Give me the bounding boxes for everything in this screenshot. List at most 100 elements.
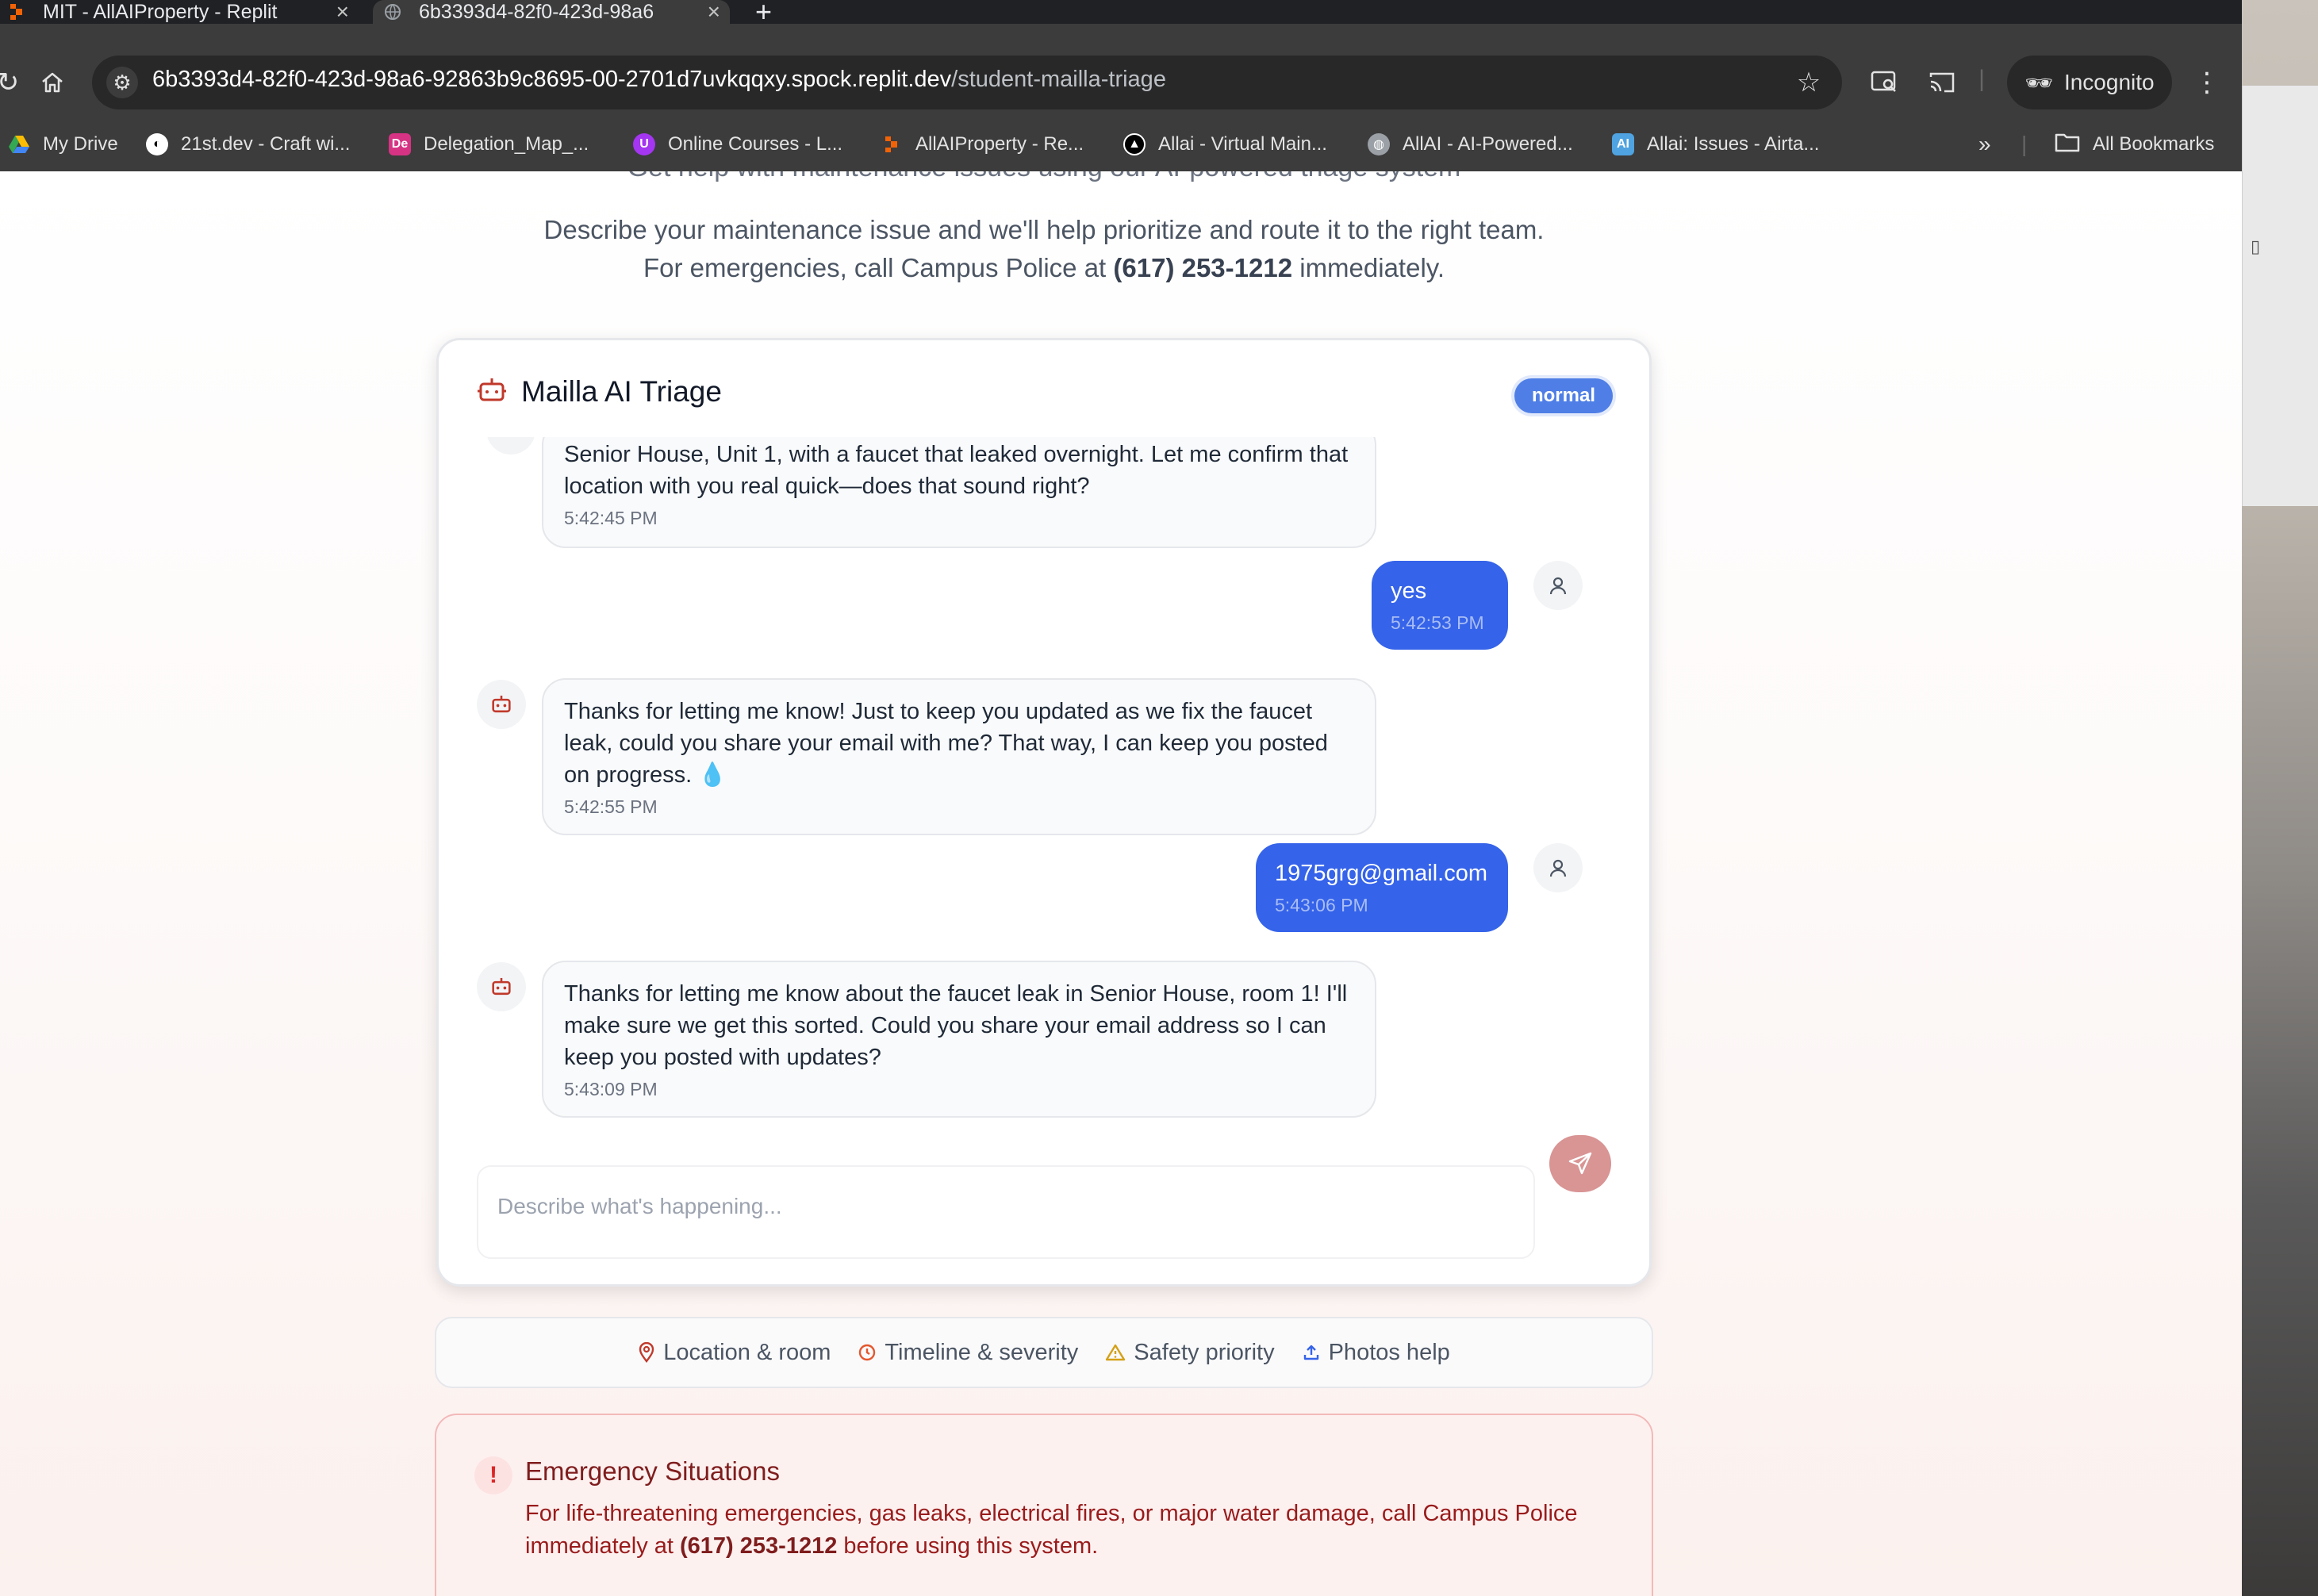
- message-time: 5:43:06 PM: [1275, 895, 1368, 915]
- bookmark-allai-issues[interactable]: AI Allai: Issues - Airta...: [1612, 127, 1819, 162]
- warning-triangle-icon: [1106, 1344, 1126, 1361]
- close-tab-icon[interactable]: ×: [336, 0, 349, 25]
- message-time: 5:42:45 PM: [564, 508, 658, 528]
- bookmarks-bar: My Drive ◐ 21st.dev - Craft wi... De Del…: [0, 119, 2242, 171]
- reload-icon[interactable]: ↻: [0, 59, 19, 106]
- user-avatar: [1533, 561, 1583, 610]
- message-time: 5:42:53 PM: [1391, 612, 1484, 633]
- message-time: 5:42:55 PM: [564, 796, 658, 817]
- message-text: 1975grg@gmail.com: [1275, 861, 1488, 886]
- tab-title: MIT - AllAIProperty - Replit: [43, 0, 278, 23]
- clock-icon: [859, 1344, 876, 1361]
- bookmark-allaiproperty[interactable]: AllAIProperty - Re...: [881, 127, 1084, 162]
- chat-title: Mailla AI Triage: [521, 375, 722, 408]
- user-message: yes 5:42:53 PM: [1372, 561, 1508, 650]
- browser-chrome: MIT - AllAIProperty - Replit × 6b3393d4-…: [0, 0, 2242, 171]
- home-icon[interactable]: [35, 59, 70, 106]
- replit-icon: [10, 4, 22, 20]
- all-bookmarks-folder[interactable]: All Bookmarks: [2055, 127, 2214, 162]
- bot-icon: [492, 977, 511, 996]
- incognito-indicator[interactable]: 🕶 Incognito: [2007, 56, 2172, 109]
- upload-icon: [1303, 1345, 1318, 1360]
- tab-replit[interactable]: MIT - AllAIProperty - Replit ×: [8, 0, 349, 24]
- bookmark-my-drive[interactable]: My Drive: [8, 127, 118, 162]
- 21st-icon: ◐: [146, 133, 168, 155]
- url-text[interactable]: 6b3393d4-82f0-423d-98a6-92863b9c8695-00-…: [152, 67, 1166, 93]
- close-tab-icon[interactable]: ×: [708, 0, 720, 25]
- message-list[interactable]: Senior House, Unit 1, with a faucet that…: [439, 437, 1649, 1151]
- message-text: Senior House, Unit 1, with a faucet that…: [564, 442, 1349, 499]
- emergency-phone: (617) 253-1212: [680, 1533, 838, 1559]
- bookmark-delegation-map[interactable]: De Delegation_Map_...: [389, 127, 589, 162]
- site-info-icon[interactable]: ⚙: [106, 67, 138, 98]
- toolbar-divider: |: [1978, 66, 1985, 92]
- bookmark-online-courses[interactable]: U Online Courses - L...: [633, 127, 842, 162]
- de-icon: De: [389, 133, 411, 155]
- bookmarks-divider: |: [2021, 132, 2028, 156]
- drive-icon: [8, 133, 30, 155]
- tab-title: 6b3393d4-82f0-423d-98a6: [419, 0, 654, 23]
- page-subtitle: Get help with maintenance issues using o…: [0, 171, 2088, 183]
- chat-card: Mailla AI Triage normal Senior House, Un…: [436, 338, 1652, 1287]
- alert-icon: !: [474, 1456, 512, 1494]
- assistant-message: Thanks for letting me know about the fau…: [542, 961, 1376, 1118]
- message-text: Thanks for letting me know! Just to keep…: [564, 699, 1328, 788]
- message-input-container: [477, 1165, 1535, 1259]
- bot-avatar: [477, 680, 526, 729]
- bot-avatar: [486, 437, 535, 455]
- tip-photos: Photos help: [1302, 1340, 1450, 1366]
- bookmark-allai-virtual[interactable]: ▲ Allai - Virtual Main...: [1123, 127, 1327, 162]
- triangle-icon: ▲: [1123, 133, 1146, 155]
- bookmarks-overflow-icon[interactable]: »: [1978, 127, 1991, 162]
- background-window-glyph: ▯: [2251, 236, 2261, 256]
- assistant-message: Thanks for letting me know! Just to keep…: [542, 678, 1376, 835]
- tab-strip: MIT - AllAIProperty - Replit × 6b3393d4-…: [0, 0, 2242, 28]
- map-pin-icon: [639, 1342, 654, 1363]
- assistant-message: Senior House, Unit 1, with a faucet that…: [542, 437, 1376, 548]
- intro-line-2: For emergencies, call Campus Police at (…: [643, 253, 1445, 282]
- user-icon: [1549, 859, 1567, 877]
- address-bar[interactable]: ⚙ 6b3393d4-82f0-423d-98a6-92863b9c8695-0…: [92, 56, 1842, 109]
- message-input[interactable]: [478, 1183, 1533, 1230]
- bot-icon: [478, 378, 506, 401]
- new-tab-button[interactable]: +: [755, 0, 779, 28]
- intro-text: Describe your maintenance issue and we'l…: [0, 211, 2088, 287]
- replit-icon: [881, 133, 903, 155]
- bot-avatar: [477, 962, 526, 1011]
- tip-safety: Safety priority: [1105, 1340, 1275, 1366]
- priority-badge: normal: [1514, 378, 1613, 413]
- chat-header: Mailla AI Triage normal: [439, 340, 1649, 437]
- page-viewport: Get help with maintenance issues using o…: [0, 171, 2242, 1596]
- lens-search-icon[interactable]: [1866, 59, 1904, 106]
- send-button[interactable]: [1549, 1135, 1611, 1192]
- tab-active[interactable]: 6b3393d4-82f0-423d-98a6 ×: [373, 0, 730, 24]
- browser-menu-icon[interactable]: ⋮: [2191, 59, 2223, 106]
- message-time: 5:43:09 PM: [564, 1079, 658, 1099]
- message-text: Thanks for letting me know about the fau…: [564, 981, 1348, 1070]
- message-text: yes: [1391, 578, 1427, 604]
- user-message: 1975grg@gmail.com 5:43:06 PM: [1256, 843, 1508, 932]
- globe-icon: [385, 4, 401, 20]
- cast-icon[interactable]: [1923, 59, 1961, 106]
- bookmark-star-icon[interactable]: ☆: [1793, 67, 1825, 98]
- bookmark-21st-dev[interactable]: ◐ 21st.dev - Craft wi...: [146, 127, 350, 162]
- incognito-icon: 🕶: [2024, 70, 2053, 95]
- emergency-panel: ! Emergency Situations For life-threaten…: [435, 1414, 1653, 1596]
- user-icon: [1549, 577, 1567, 595]
- emergency-title: Emergency Situations: [525, 1456, 780, 1486]
- user-avatar: [1533, 843, 1583, 892]
- incognito-label: Incognito: [2063, 70, 2155, 94]
- campus-police-phone: (617) 253-1212: [1113, 253, 1293, 282]
- bot-icon: [492, 695, 511, 713]
- intro-line-1: Describe your maintenance issue and we'l…: [543, 215, 1545, 244]
- emergency-text: For life-threatening emergencies, gas le…: [525, 1501, 1578, 1559]
- tip-timeline: Timeline & severity: [858, 1340, 1078, 1366]
- send-icon: [1568, 1152, 1592, 1175]
- tips-bar: Location & room Timeline & severity Safe…: [435, 1317, 1653, 1388]
- ai-icon: AI: [1612, 133, 1634, 155]
- folder-icon: [2055, 132, 2080, 158]
- globe-icon: ◍: [1368, 133, 1390, 155]
- bookmark-allai-ai-powered[interactable]: ◍ AllAI - AI-Powered...: [1368, 127, 1573, 162]
- udemy-icon: U: [633, 133, 655, 155]
- toolbar: ↻ ⚙ 6b3393d4-82f0-423d-98a6-92863b9c8695…: [0, 24, 2242, 135]
